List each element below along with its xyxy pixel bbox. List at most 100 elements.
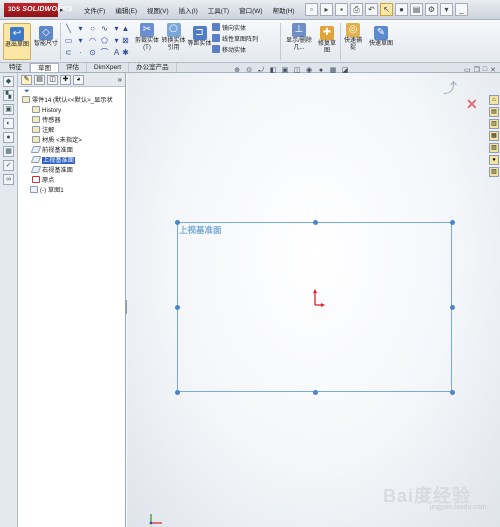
window-minimize-icon[interactable]: _ — [455, 3, 468, 16]
convert-entities-button[interactable]: ⎔ 转换实体引用 — [161, 23, 186, 52]
centerline-icon[interactable]: ⊙ — [87, 47, 98, 58]
circle-icon[interactable]: ○ — [87, 23, 98, 34]
new-document-icon[interactable]: ▫ — [305, 3, 318, 16]
exit-sketch-button[interactable]: ↩ 退出草图 — [3, 23, 31, 60]
tree-sketch1[interactable]: (-) 草图1 — [22, 186, 125, 196]
tree-right-plane[interactable]: 右视基准面 — [22, 166, 125, 176]
tree-top-plane[interactable]: 上视基准面 — [22, 156, 125, 166]
quick-snaps-button[interactable]: ◎ 快速捕捉 — [342, 23, 364, 52]
resources-icon[interactable]: ▤ — [489, 107, 499, 117]
offset-entities-button[interactable]: ⊐ 等距实体 — [187, 26, 212, 48]
menu-insert[interactable]: 插入(I) — [178, 4, 199, 16]
repair-sketch-button[interactable]: ✚ 修复草图 — [316, 26, 338, 55]
custom-properties-icon[interactable]: ▨ — [489, 167, 499, 177]
display-manager-tab-icon[interactable]: ◕ — [73, 75, 84, 85]
sketch-plane-icon[interactable]: ▲ — [120, 23, 131, 34]
rectangle-icon[interactable]: ▭ — [63, 35, 74, 46]
minimize-icon[interactable]: ▭ — [464, 66, 471, 74]
view-orientation-icon[interactable]: ◆ — [3, 76, 14, 87]
more-options-icon[interactable]: ▾ — [440, 3, 453, 16]
plane-handle[interactable] — [175, 305, 180, 310]
zoom-area-icon[interactable]: ⊙ — [244, 66, 254, 76]
cancel-corner-icon[interactable]: ✕ — [466, 96, 478, 113]
sketch-picture-icon[interactable]: ✱ — [120, 47, 131, 58]
tree-annotations[interactable]: 注解 — [22, 126, 125, 136]
tree-sensors[interactable]: 传感器 — [22, 116, 125, 126]
tree-part[interactable]: 零件14 (默认<<默认>_显示状 — [22, 96, 125, 106]
display-relations-button[interactable]: ⊥ 显示/删除几... — [284, 23, 314, 52]
filter-icon[interactable]: ⏷ — [18, 87, 125, 96]
sketch-numeric-icon[interactable]: ⊠ — [120, 35, 131, 46]
tree-origin[interactable]: 原点 — [22, 176, 125, 186]
property-manager-tab-icon[interactable]: ▤ — [34, 75, 45, 85]
edit-appearance-hud-icon[interactable]: ● — [316, 66, 326, 76]
display-style-hud-icon[interactable]: ◫ — [292, 66, 302, 76]
line-dropdown-icon[interactable]: ▾ — [75, 23, 86, 34]
slot-icon[interactable]: ⊂ — [63, 47, 74, 58]
menu-window[interactable]: 窗口(W) — [238, 4, 263, 16]
file-properties-icon[interactable]: ▤ — [410, 3, 423, 16]
plane-handle[interactable] — [450, 390, 455, 395]
confirm-corner-icon[interactable]: ⤴ — [443, 78, 457, 98]
maximize-icon[interactable]: □ — [483, 66, 487, 74]
tree-front-plane[interactable]: 前视基准面 — [22, 146, 125, 156]
plane-handle[interactable] — [450, 220, 455, 225]
undo-icon[interactable]: ↶ — [365, 3, 378, 16]
options-gear-icon[interactable]: ⚙ — [425, 3, 438, 16]
previous-view-icon[interactable]: ⤾ — [256, 66, 266, 76]
plane-handle[interactable] — [450, 305, 455, 310]
tab-features[interactable]: 特征 — [2, 63, 30, 72]
move-entities-button[interactable]: 移动实体 — [212, 45, 246, 56]
tree-material[interactable]: 材质 <未指定> — [22, 136, 125, 146]
top-plane-boundary[interactable] — [177, 222, 452, 392]
dimxpert-tab-icon[interactable]: ✚ — [60, 75, 71, 85]
configuration-tab-icon[interactable]: ◫ — [47, 75, 58, 85]
print-icon[interactable]: ⎙ — [350, 3, 363, 16]
arc-icon[interactable]: ◠ — [87, 35, 98, 46]
view-palette-icon[interactable]: ▧ — [489, 143, 499, 153]
select-pointer-icon[interactable]: ↖ — [380, 3, 393, 16]
home-icon[interactable]: ⌂ — [489, 95, 499, 105]
restore-icon[interactable]: ❐ — [474, 66, 480, 74]
hide-show-icon[interactable]: ◐ — [3, 118, 14, 129]
section-view-hud-icon[interactable]: ◧ — [268, 66, 278, 76]
menu-view[interactable]: 视图(V) — [146, 4, 170, 16]
point-icon[interactable]: · — [75, 47, 86, 58]
mirror-entities-button[interactable]: 镜向实体 — [212, 23, 246, 34]
spline-icon[interactable]: ∿ — [99, 23, 110, 34]
menu-tools[interactable]: 工具(T) — [207, 4, 230, 16]
appearances-icon[interactable]: ● — [489, 155, 499, 165]
zoom-to-fit-icon[interactable]: ⊕ — [232, 66, 242, 76]
view-settings-icon[interactable]: ✓ — [3, 160, 14, 171]
view-settings-hud-icon[interactable]: ◪ — [340, 66, 350, 76]
menu-file[interactable]: 文件(F) — [83, 4, 106, 16]
line-icon[interactable]: ╲ — [63, 23, 74, 34]
menu-edit[interactable]: 编辑(E) — [114, 4, 138, 16]
logo-dropdown-icon[interactable]: ▸ — [60, 6, 64, 14]
linear-pattern-button[interactable]: 线性草图阵列 — [212, 34, 258, 45]
close-window-icon[interactable]: ✕ — [490, 66, 496, 74]
scene-hud-icon[interactable]: ▦ — [328, 66, 338, 76]
plane-handle[interactable] — [175, 390, 180, 395]
trim-entities-button[interactable]: ✂ 剪裁实体(T) — [134, 23, 160, 52]
rebuild-icon[interactable]: ● — [395, 3, 408, 16]
open-folder-icon[interactable]: ▸ — [320, 3, 333, 16]
plane-handle[interactable] — [313, 220, 318, 225]
tab-evaluate[interactable]: 评估 — [59, 63, 87, 72]
smart-dimension-button[interactable]: ◇ 智能尺寸 — [33, 26, 59, 48]
plane-handle[interactable] — [175, 220, 180, 225]
view-orientation-hud-icon[interactable]: ▣ — [280, 66, 290, 76]
section-view-icon[interactable]: ▚ — [3, 90, 14, 101]
display-style-icon[interactable]: ▣ — [3, 104, 14, 115]
solidworks-logo[interactable]: 3DS SOLIDWORKS — [4, 3, 72, 17]
tab-office-products[interactable]: 办公室产品 — [129, 63, 177, 72]
apply-scene-icon[interactable]: ▦ — [3, 146, 14, 157]
tab-dimxpert[interactable]: DimXpert — [87, 63, 130, 72]
fillet-icon[interactable]: ⌒ — [99, 47, 110, 58]
rectangle-dropdown-icon[interactable]: ▾ — [75, 35, 86, 46]
more-tabs-icon[interactable]: » — [118, 75, 122, 84]
menu-help[interactable]: 帮助(H) — [272, 4, 296, 16]
design-library-icon[interactable]: ▥ — [489, 119, 499, 129]
tree-history[interactable]: History — [22, 106, 125, 116]
file-explorer-icon[interactable]: ▦ — [489, 131, 499, 141]
